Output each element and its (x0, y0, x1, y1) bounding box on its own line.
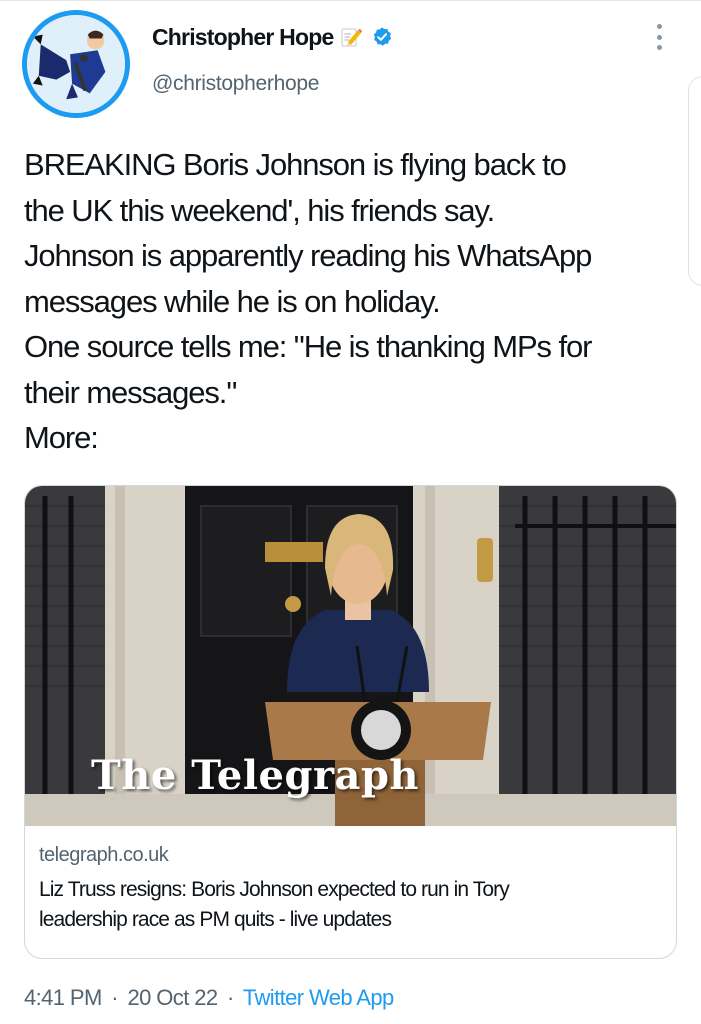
card-meta[interactable]: telegraph.co.uk Liz Truss resigns: Boris… (39, 841, 659, 935)
card-image[interactable]: The Telegraph (25, 486, 676, 826)
tweet-text-line: More: (24, 420, 99, 455)
tweet-source-app[interactable]: Twitter Web App (243, 985, 394, 1010)
tweet-text-line: the UK this weekend', his friends say. (24, 192, 495, 228)
card-domain: telegraph.co.uk (39, 844, 169, 866)
author-display-name[interactable]: Christopher Hope (152, 24, 334, 51)
verified-badge-icon (371, 26, 393, 48)
tweet-text-line: BREAKING Boris Johnson is flying back to (24, 147, 567, 182)
tweet-meta: 4:41 PM · 20 Oct 22 · Twitter Web App (24, 985, 394, 1011)
top-divider (0, 0, 701, 1)
link-preview-card[interactable]: The Telegraph telegraph.co.uk Liz Truss … (24, 485, 677, 959)
card-title[interactable]: Liz Truss resigns: Boris Johnson expecte… (39, 875, 659, 935)
author-handle[interactable]: @christopherhope (152, 72, 319, 96)
meta-separator: · (111, 985, 118, 1010)
author-name-row[interactable]: Christopher Hope (152, 22, 393, 52)
meta-separator: · (227, 985, 234, 1010)
tweet-text-line: their messages." (24, 374, 237, 410)
more-options-icon[interactable] (652, 24, 666, 50)
card-title-line: Liz Truss resigns: Boris Johnson expecte… (39, 878, 510, 901)
tweet-text-line: Johnson is apparently reading his WhatsA… (24, 238, 592, 273)
card-title-line: leadership race as PM quits - live updat… (39, 908, 392, 931)
avatar-illustration (27, 15, 125, 113)
avatar[interactable] (22, 10, 130, 118)
tweet-text-line: messages while he is on holiday. (24, 283, 441, 319)
tweet-text: BREAKING Boris Johnson is flying back to… (24, 142, 684, 461)
card-image-watermark: The Telegraph (91, 752, 420, 799)
memo-pencil-icon (339, 25, 363, 49)
tweet-time[interactable]: 4:41 PM (24, 985, 102, 1010)
tweet-text-line: One source tells me: "He is thanking MPs… (24, 329, 592, 364)
side-panel-edge (688, 76, 701, 286)
tweet-date[interactable]: 20 Oct 22 (128, 985, 219, 1010)
